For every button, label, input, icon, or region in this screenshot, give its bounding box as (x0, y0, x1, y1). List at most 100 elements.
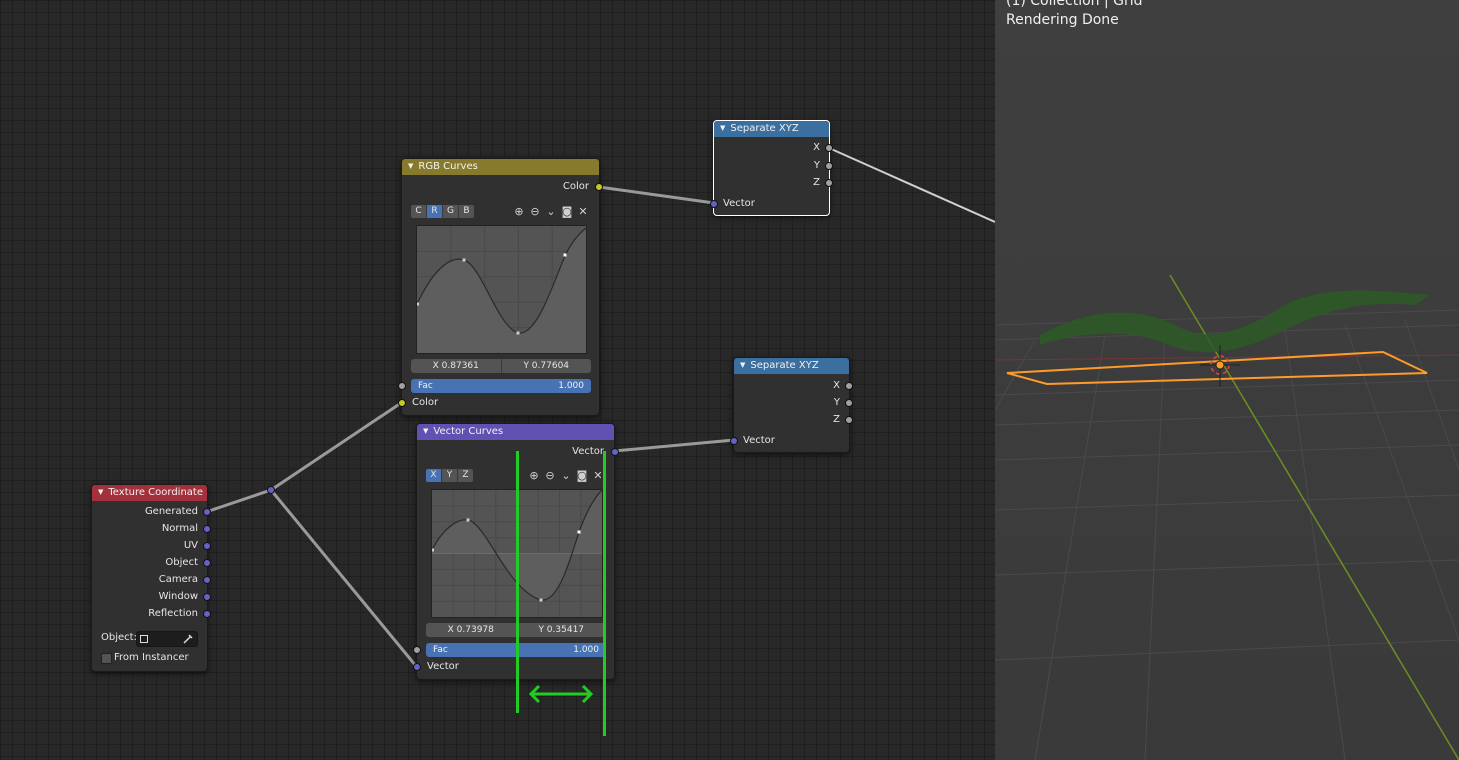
output-x: X (813, 142, 820, 153)
input-vector-socket[interactable] (730, 437, 738, 445)
fac-slider[interactable]: Fac 1.000 (426, 643, 606, 657)
clipping-icon[interactable]: ◙ (561, 205, 573, 218)
3d-viewport[interactable]: (1) Collection | Grid Rendering Done (995, 0, 1459, 760)
channel-c-button[interactable]: C (411, 205, 427, 218)
from-instancer-checkbox[interactable] (101, 653, 112, 664)
socket-y[interactable] (825, 162, 833, 170)
viewport-scene (995, 0, 1459, 760)
node-title: Separate XYZ (730, 123, 799, 134)
output-x: X (833, 380, 840, 391)
output-window: Window (158, 591, 198, 602)
clipping-icon[interactable]: ◙ (576, 469, 588, 482)
zoom-out-icon[interactable]: ⊖ (544, 469, 556, 482)
node-title: Separate XYZ (750, 360, 819, 371)
curve-point-selected (577, 530, 581, 534)
input-vector-label: Vector (427, 661, 459, 672)
x-readout[interactable]: X 0.87361 (411, 359, 502, 373)
output-generated: Generated (144, 506, 198, 517)
channel-z-button[interactable]: Z (458, 469, 473, 482)
channel-selector: C R G B (411, 205, 474, 218)
output-z: Z (813, 177, 820, 188)
socket-reflection[interactable] (203, 610, 211, 618)
y-readout[interactable]: Y 0.35417 (517, 623, 607, 637)
input-color-label: Color (412, 397, 439, 408)
input-vector-socket[interactable] (710, 200, 718, 208)
zoom-in-icon[interactable]: ⊕ (528, 469, 540, 482)
rgb-curve-graph[interactable] (416, 225, 587, 354)
render-status: Rendering Done (1006, 12, 1119, 28)
curve-tools: ⊕ ⊖ ⌄ ◙ ✕ (528, 469, 604, 482)
point-coordinates[interactable]: X 0.73978 Y 0.35417 (426, 623, 606, 637)
curve-point (431, 548, 434, 552)
separate-xyz-node-top[interactable]: ▼ Separate XYZ X Y Z Vector (710, 120, 833, 216)
texture-coordinate-node[interactable]: ▼ Texture Coordinate Generated Normal UV … (91, 484, 211, 672)
fac-value: 1.000 (573, 645, 599, 655)
reroute-node (267, 486, 275, 494)
zoom-out-icon[interactable]: ⊖ (529, 205, 541, 218)
node-editor[interactable]: ▼ Texture Coordinate Generated Normal UV … (0, 0, 995, 760)
from-instancer-label: From Instancer (114, 652, 189, 663)
channel-r-button[interactable]: R (427, 205, 443, 218)
vector-curve-graph[interactable] (431, 489, 603, 618)
eyedropper-icon[interactable] (182, 633, 194, 645)
output-color-label: Color (562, 181, 589, 192)
input-vector-socket[interactable] (413, 663, 421, 671)
collapse-triangle-icon[interactable]: ▼ (408, 162, 413, 170)
vector-curves-node[interactable]: ▼ Vector Curves Vector X Y Z ⊕ ⊖ ⌄ ◙ ✕ X… (413, 423, 619, 680)
chevron-down-icon[interactable]: ⌄ (560, 469, 572, 482)
close-icon[interactable]: ✕ (577, 205, 589, 218)
socket-y[interactable] (845, 399, 853, 407)
socket-window[interactable] (203, 593, 211, 601)
socket-camera[interactable] (203, 576, 211, 584)
point-coordinates[interactable]: X 0.87361 Y 0.77604 (411, 359, 591, 373)
curve-point (462, 258, 466, 262)
input-color-socket[interactable] (398, 399, 406, 407)
output-normal: Normal (161, 523, 198, 534)
zoom-in-icon[interactable]: ⊕ (513, 205, 525, 218)
object-field[interactable] (136, 631, 198, 647)
curve-point (539, 598, 543, 602)
chevron-down-icon[interactable]: ⌄ (545, 205, 557, 218)
channel-selector: X Y Z (426, 469, 473, 482)
close-icon[interactable]: ✕ (592, 469, 604, 482)
socket-generated[interactable] (203, 508, 211, 516)
fac-slider[interactable]: Fac 1.000 (411, 379, 591, 393)
channel-x-button[interactable]: X (426, 469, 442, 482)
socket-z[interactable] (825, 179, 833, 187)
x-readout[interactable]: X 0.73978 (426, 623, 517, 637)
collapse-triangle-icon[interactable]: ▼ (423, 427, 428, 435)
socket-object[interactable] (203, 559, 211, 567)
collapse-triangle-icon[interactable]: ▼ (98, 488, 103, 496)
channel-g-button[interactable]: G (443, 205, 459, 218)
socket-z[interactable] (845, 416, 853, 424)
fac-label: Fac (418, 381, 433, 391)
socket-x[interactable] (845, 382, 853, 390)
fac-socket[interactable] (413, 646, 421, 654)
output-uv: UV (183, 540, 198, 551)
curve-point-selected (563, 253, 567, 257)
channel-b-button[interactable]: B (459, 205, 474, 218)
separate-xyz-node-bottom[interactable]: ▼ Separate XYZ X Y Z Vector (730, 357, 853, 453)
fac-socket[interactable] (398, 382, 406, 390)
y-readout[interactable]: Y 0.77604 (502, 359, 592, 373)
collapse-triangle-icon[interactable]: ▼ (740, 361, 745, 369)
curve-tools: ⊕ ⊖ ⌄ ◙ ✕ (513, 205, 589, 218)
output-z: Z (833, 414, 840, 425)
collapse-triangle-icon[interactable]: ▼ (720, 124, 725, 132)
socket-normal[interactable] (203, 525, 211, 533)
fac-label: Fac (433, 645, 448, 655)
curve-point (416, 302, 419, 306)
channel-y-button[interactable]: Y (442, 469, 458, 482)
fac-value: 1.000 (558, 381, 584, 391)
output-vector-socket[interactable] (611, 448, 619, 456)
socket-x[interactable] (825, 144, 833, 152)
output-y: Y (833, 397, 840, 408)
input-vector-label: Vector (743, 435, 775, 446)
socket-uv[interactable] (203, 542, 211, 550)
output-y: Y (813, 160, 820, 171)
node-title: Vector Curves (433, 426, 504, 437)
output-camera: Camera (158, 574, 198, 585)
output-color-socket[interactable] (595, 183, 603, 191)
object-cube-icon (140, 635, 148, 643)
rgb-curves-node[interactable]: ▼ RGB Curves Color C R G B ⊕ ⊖ ⌄ ◙ ✕ X 0… (398, 158, 603, 416)
